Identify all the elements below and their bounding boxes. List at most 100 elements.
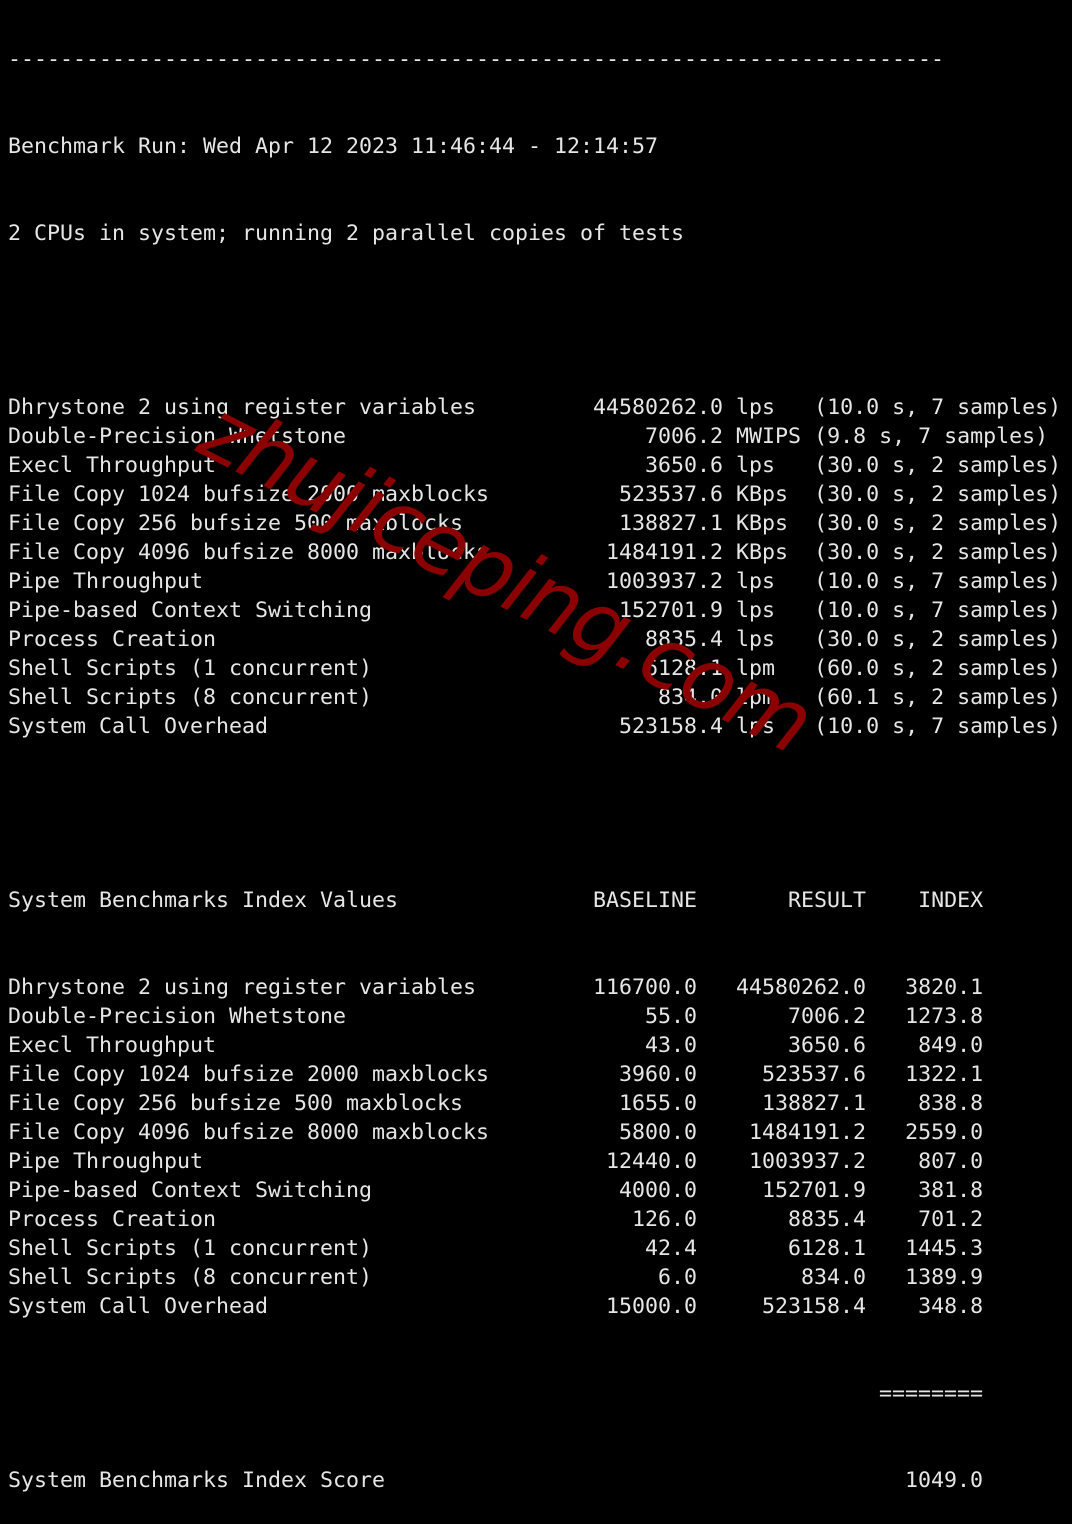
separator-line: ----------------------------------------…: [8, 47, 945, 72]
index-row-result: 138827.1: [697, 1091, 867, 1116]
test-value: 138827.1: [567, 511, 724, 536]
index-row-baseline: 126.0: [593, 1207, 698, 1232]
index-row-name: System Call Overhead: [8, 1294, 594, 1319]
index-row-index: 1445.3: [866, 1236, 984, 1261]
index-row-baseline: 43.0: [593, 1033, 698, 1058]
test-value: 523537.6: [567, 482, 724, 507]
index-row: File Copy 4096 bufsize 8000 maxblocks 58…: [8, 1118, 1061, 1147]
test-result-row: Pipe Throughput 1003937.2 lps (10.0 s, 7…: [8, 567, 1061, 596]
index-row-result: 3650.6: [697, 1033, 867, 1058]
test-timing: (10.0 s, 7 samples): [814, 598, 1062, 623]
test-timing: (10.0 s, 7 samples): [814, 714, 1062, 739]
test-timing: (60.0 s, 2 samples): [814, 656, 1062, 681]
index-row-index: 348.8: [866, 1294, 984, 1319]
index-row: Process Creation 126.0 8835.4 701.2: [8, 1205, 1061, 1234]
test-value: 834.0: [567, 685, 724, 710]
index-row-baseline: 116700.0: [593, 975, 698, 1000]
test-value: 523158.4: [567, 714, 724, 739]
score-value: 1049.0: [866, 1468, 984, 1493]
test-unit: lps: [723, 598, 815, 623]
test-value: 7006.2: [567, 424, 724, 449]
index-row-index: 807.0: [866, 1149, 984, 1174]
test-name: Pipe Throughput: [8, 569, 568, 594]
benchmark-run-line: Benchmark Run: Wed Apr 12 2023 11:46:44 …: [8, 134, 659, 159]
index-row-baseline: 15000.0: [593, 1294, 698, 1319]
test-timing: (30.0 s, 2 samples): [814, 482, 1062, 507]
index-row-name: Pipe Throughput: [8, 1149, 594, 1174]
test-name: Process Creation: [8, 627, 568, 652]
index-row-index: 1322.1: [866, 1062, 984, 1087]
index-row-index: 1273.8: [866, 1004, 984, 1029]
index-row: File Copy 1024 bufsize 2000 maxblocks 39…: [8, 1060, 1061, 1089]
index-row-result: 44580262.0: [697, 975, 867, 1000]
test-result-row: File Copy 4096 bufsize 8000 maxblocks 14…: [8, 538, 1061, 567]
baseline-header: BASELINE: [593, 888, 698, 913]
index-row-index: 381.8: [866, 1178, 984, 1203]
index-row-index: 1389.9: [866, 1265, 984, 1290]
index-values-table: Dhrystone 2 using register variables 116…: [8, 973, 1061, 1321]
test-result-row: Shell Scripts (1 concurrent) 6128.1 lpm …: [8, 654, 1061, 683]
index-row: System Call Overhead 15000.0 523158.4 34…: [8, 1292, 1061, 1321]
index-row-baseline: 6.0: [593, 1265, 698, 1290]
index-row-baseline: 12440.0: [593, 1149, 698, 1174]
test-result-row: Dhrystone 2 using register variables 445…: [8, 393, 1061, 422]
test-result-row: File Copy 1024 bufsize 2000 maxblocks 52…: [8, 480, 1061, 509]
test-unit: KBps: [723, 511, 815, 536]
index-header: INDEX: [866, 888, 984, 913]
test-name: Double-Precision Whetstone: [8, 424, 568, 449]
test-timing: (30.0 s, 2 samples): [814, 511, 1062, 536]
index-row-result: 152701.9: [697, 1178, 867, 1203]
score-rule: ========: [8, 1379, 1061, 1408]
index-row-name: File Copy 1024 bufsize 2000 maxblocks: [8, 1062, 594, 1087]
index-row-baseline: 42.4: [593, 1236, 698, 1261]
test-timing: (10.0 s, 7 samples): [814, 395, 1062, 420]
test-value: 152701.9: [567, 598, 724, 623]
test-unit: KBps: [723, 540, 815, 565]
index-row-index: 3820.1: [866, 975, 984, 1000]
result-header: RESULT: [697, 888, 867, 913]
test-result-row: File Copy 256 bufsize 500 maxblocks 1388…: [8, 509, 1061, 538]
test-value: 8835.4: [567, 627, 724, 652]
index-values-header: System Benchmarks Index Values BASELINE …: [8, 886, 1061, 915]
index-row: Dhrystone 2 using register variables 116…: [8, 973, 1061, 1002]
test-timing: (10.0 s, 7 samples): [814, 569, 1062, 594]
index-row-result: 523537.6: [697, 1062, 867, 1087]
index-row-result: 523158.4: [697, 1294, 867, 1319]
index-row-name: Shell Scripts (8 concurrent): [8, 1265, 594, 1290]
test-unit: lps: [723, 714, 815, 739]
test-value: 1484191.2: [567, 540, 724, 565]
index-row: Pipe Throughput 12440.0 1003937.2 807.0: [8, 1147, 1061, 1176]
test-result-row: Double-Precision Whetstone 7006.2 MWIPS …: [8, 422, 1061, 451]
index-row: Pipe-based Context Switching 4000.0 1527…: [8, 1176, 1061, 1205]
terminal-output: ----------------------------------------…: [8, 0, 1061, 1524]
test-name: Execl Throughput: [8, 453, 568, 478]
index-row-baseline: 55.0: [593, 1004, 698, 1029]
test-value: 6128.1: [567, 656, 724, 681]
test-result-row: Process Creation 8835.4 lps (30.0 s, 2 s…: [8, 625, 1061, 654]
index-row-result: 1484191.2: [697, 1120, 867, 1145]
test-timing: (60.1 s, 2 samples): [814, 685, 1062, 710]
test-timing: (9.8 s, 7 samples): [814, 424, 1049, 449]
test-result-row: Shell Scripts (8 concurrent) 834.0 lpm (…: [8, 683, 1061, 712]
index-row-index: 838.8: [866, 1091, 984, 1116]
index-row-result: 8835.4: [697, 1207, 867, 1232]
index-row-name: Pipe-based Context Switching: [8, 1178, 594, 1203]
index-row-index: 701.2: [866, 1207, 984, 1232]
index-row: Shell Scripts (1 concurrent) 42.4 6128.1…: [8, 1234, 1061, 1263]
test-unit: lpm: [723, 685, 815, 710]
test-timing: (30.0 s, 2 samples): [814, 627, 1062, 652]
index-row-baseline: 5800.0: [593, 1120, 698, 1145]
test-name: Shell Scripts (1 concurrent): [8, 656, 568, 681]
test-results-list: Dhrystone 2 using register variables 445…: [8, 393, 1061, 741]
index-row: Execl Throughput 43.0 3650.6 849.0: [8, 1031, 1061, 1060]
test-unit: KBps: [723, 482, 815, 507]
index-row-name: Execl Throughput: [8, 1033, 594, 1058]
index-row-name: Process Creation: [8, 1207, 594, 1232]
test-name: Pipe-based Context Switching: [8, 598, 568, 623]
test-name: File Copy 4096 bufsize 8000 maxblocks: [8, 540, 568, 565]
test-unit: lps: [723, 627, 815, 652]
test-result-row: Execl Throughput 3650.6 lps (30.0 s, 2 s…: [8, 451, 1061, 480]
index-score-line: System Benchmarks Index Score 1049.0: [8, 1466, 1061, 1495]
test-name: File Copy 1024 bufsize 2000 maxblocks: [8, 482, 568, 507]
index-row-name: Dhrystone 2 using register variables: [8, 975, 594, 1000]
